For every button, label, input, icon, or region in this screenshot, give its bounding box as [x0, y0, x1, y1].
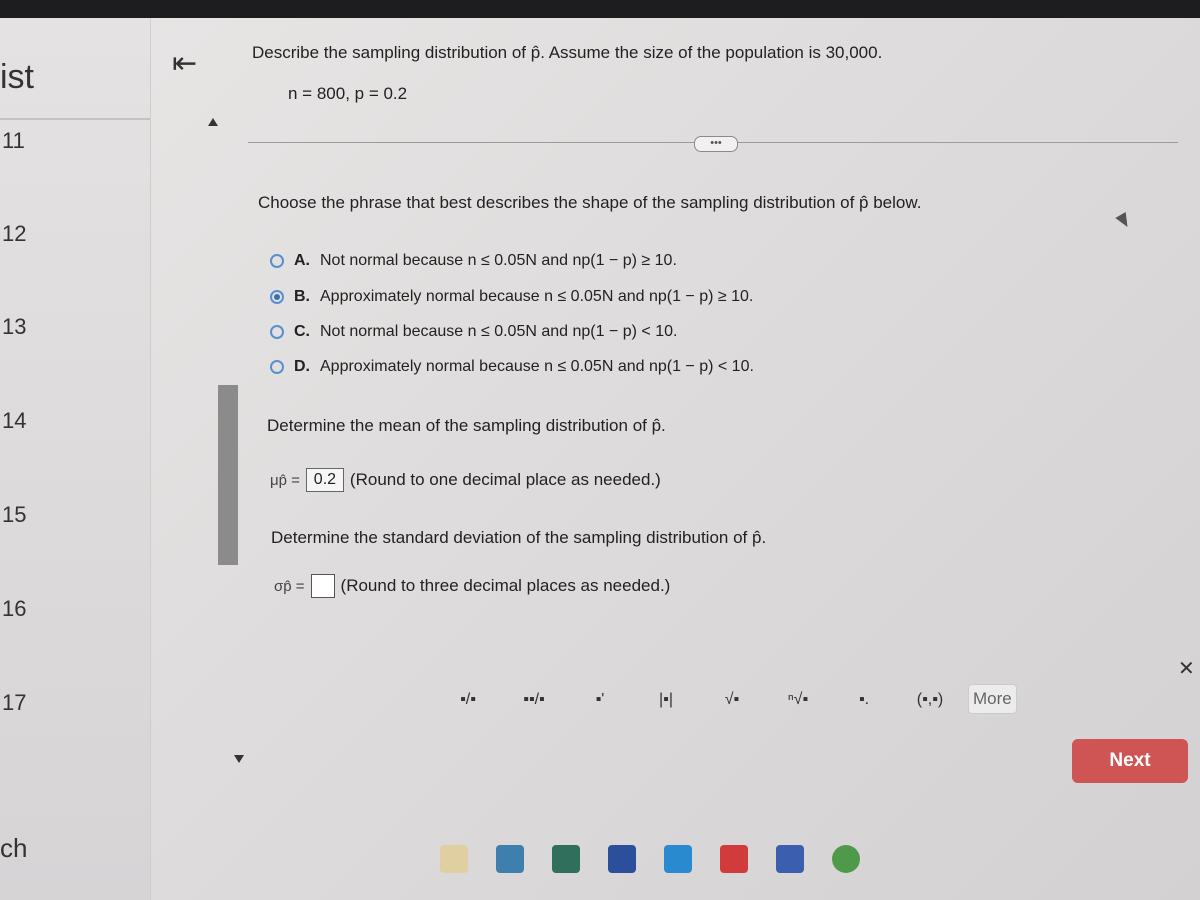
- superscript-icon[interactable]: ▪': [580, 680, 620, 720]
- radio-button[interactable]: [270, 325, 284, 339]
- mixed-number-icon[interactable]: ▪▪/▪: [514, 680, 554, 720]
- sd-answer-field[interactable]: [310, 574, 335, 598]
- question-list-panel: ist 11 12 13 14 15 16 17 ch: [0, 18, 151, 900]
- shape-prompt: Choose the phrase that best describes th…: [258, 193, 922, 212]
- taskbar-app-icon[interactable]: [552, 845, 580, 873]
- radio-button-selected[interactable]: [270, 290, 284, 304]
- radio-button[interactable]: [270, 360, 284, 374]
- option-letter: B.: [294, 288, 310, 305]
- sd-symbol: σp̂ =: [274, 577, 305, 595]
- sqrt-icon[interactable]: √▪: [712, 680, 752, 720]
- radio-button[interactable]: [270, 254, 284, 268]
- taskbar-app-icon[interactable]: [496, 845, 524, 873]
- close-icon[interactable]: ✕: [1178, 656, 1195, 681]
- nth-root-icon[interactable]: ⁿ√▪: [778, 680, 818, 720]
- mean-prompt: Determine the mean of the sampling distr…: [267, 416, 666, 435]
- option-a[interactable]: A. Not normal because n ≤ 0.05N and np(1…: [270, 252, 677, 270]
- option-text: Approximately normal because n ≤ 0.05N a…: [320, 288, 754, 305]
- question-item-12[interactable]: 12: [2, 221, 26, 247]
- list-divider: [0, 118, 150, 120]
- taskbar-app-icon[interactable]: [440, 845, 468, 873]
- sd-answer-row: σp̂ = (Round to three decimal places as …: [274, 574, 670, 598]
- option-text: Not normal because n ≤ 0.05N and np(1 − …: [320, 252, 677, 269]
- option-letter: A.: [294, 252, 310, 269]
- question-list-title: ist: [0, 58, 34, 96]
- sd-prompt: Determine the standard deviation of the …: [271, 528, 767, 547]
- question-item-15[interactable]: 15: [2, 502, 26, 528]
- ordered-pair-icon[interactable]: (▪,▪): [910, 680, 950, 720]
- sd-hint: (Round to three decimal places as needed…: [340, 576, 671, 595]
- question-params: n = 800, p = 0.2: [288, 84, 408, 103]
- option-c[interactable]: C. Not normal because n ≤ 0.05N and np(1…: [270, 323, 677, 341]
- scroll-down-icon[interactable]: [234, 755, 244, 763]
- option-d[interactable]: D. Approximately normal because n ≤ 0.05…: [270, 358, 754, 376]
- taskbar-browser-icon[interactable]: [832, 845, 860, 873]
- absolute-value-icon[interactable]: |▪|: [646, 680, 686, 720]
- more-tools-button[interactable]: More: [968, 684, 1017, 714]
- decimal-icon[interactable]: ▪.: [844, 680, 884, 720]
- expand-more-button[interactable]: •••: [694, 136, 738, 152]
- fraction-icon[interactable]: ▪/▪: [448, 680, 488, 720]
- math-toolbar: ▪/▪ ▪▪/▪ ▪' |▪| √▪ ⁿ√▪ ▪. (▪,▪): [448, 680, 950, 720]
- option-text: Approximately normal because n ≤ 0.05N a…: [320, 358, 754, 375]
- taskbar-app-icon[interactable]: [664, 845, 692, 873]
- scrollbar-thumb[interactable]: [218, 385, 238, 565]
- bottom-label: ch: [0, 833, 28, 863]
- mean-answer-field[interactable]: 0.2: [305, 468, 344, 492]
- taskbar-app-icon[interactable]: [608, 845, 636, 873]
- option-text: Not normal because n ≤ 0.05N and np(1 − …: [320, 323, 678, 340]
- question-item-11[interactable]: 11: [2, 128, 25, 154]
- question-item-14[interactable]: 14: [2, 408, 26, 434]
- question-item-16[interactable]: 16: [2, 596, 26, 622]
- taskbar: [440, 845, 860, 873]
- question-item-17[interactable]: 17: [2, 690, 26, 716]
- question-item-13[interactable]: 13: [2, 314, 26, 340]
- mean-hint: (Round to one decimal place as needed.): [349, 470, 661, 489]
- mean-answer-row: μp̂ = 0.2 (Round to one decimal place as…: [270, 468, 661, 492]
- taskbar-app-icon[interactable]: [720, 845, 748, 873]
- top-bar: [0, 0, 1200, 18]
- mean-symbol: μp̂ =: [270, 471, 300, 489]
- next-button[interactable]: Next: [1072, 739, 1188, 783]
- option-letter: D.: [294, 358, 310, 375]
- question-header: Describe the sampling distribution of p̂…: [252, 43, 883, 62]
- option-b[interactable]: B. Approximately normal because n ≤ 0.05…: [270, 288, 753, 306]
- mouse-cursor-icon: [1115, 211, 1133, 231]
- taskbar-app-icon[interactable]: [776, 845, 804, 873]
- scroll-up-icon[interactable]: [208, 118, 218, 126]
- option-letter: C.: [294, 323, 310, 340]
- collapse-panel-icon[interactable]: ⇤: [172, 46, 197, 81]
